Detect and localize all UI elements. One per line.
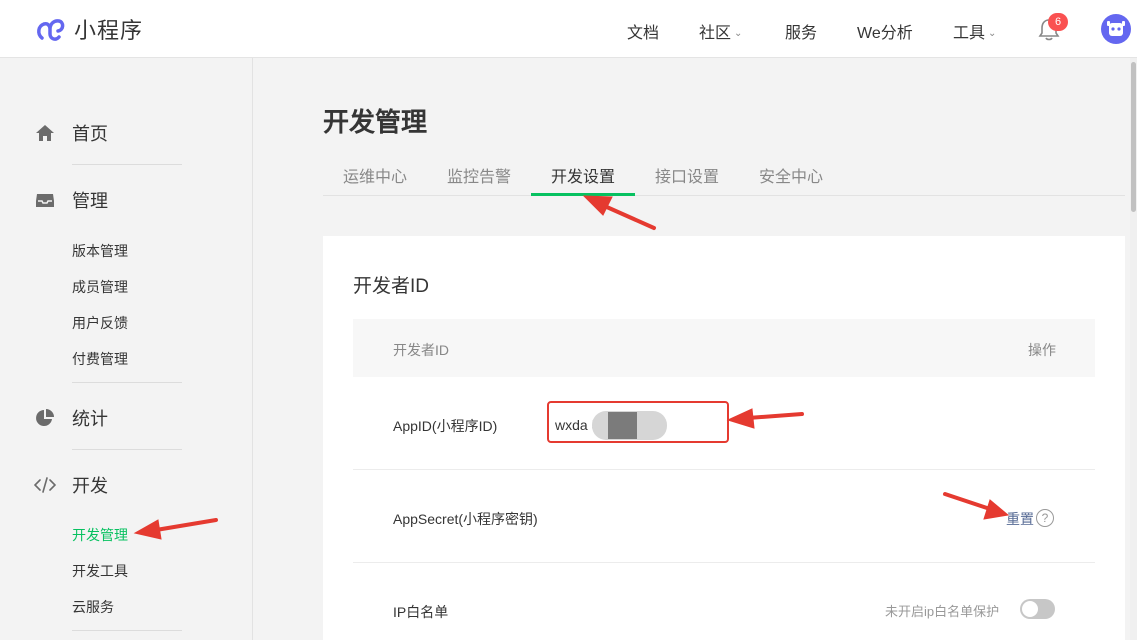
ip-whitelist-toggle[interactable] <box>1020 599 1055 619</box>
pie-chart-icon <box>34 407 56 429</box>
sidebar: 首页 管理 版本管理 成员管理 用户反馈 付费管理 统计 开发 开发管理 开发工… <box>0 58 253 640</box>
section-title: 开发者ID <box>353 276 430 297</box>
divider <box>72 630 182 631</box>
tab-security-center[interactable]: 安全中心 <box>759 163 823 187</box>
sidebar-item-dev[interactable]: 开发 <box>34 472 108 498</box>
divider <box>72 382 182 383</box>
avatar-robot-icon <box>1107 21 1125 36</box>
redaction-block <box>608 412 637 439</box>
sidebar-item-cloud-service[interactable]: 云服务 <box>72 597 114 617</box>
sidebar-item-user-feedback[interactable]: 用户反馈 <box>72 313 128 333</box>
ip-whitelist-label: IP白名单 <box>393 604 449 620</box>
toggle-knob <box>1022 601 1038 617</box>
logo-text: 小程序 <box>74 18 144 43</box>
divider <box>72 449 182 450</box>
annotation-arrowhead <box>582 195 613 216</box>
reset-secret-link[interactable]: 重置 <box>1006 509 1034 529</box>
divider <box>72 164 182 165</box>
sidebar-item-label: 管理 <box>72 191 108 211</box>
sidebar-item-label: 开发 <box>72 476 108 496</box>
avatar[interactable] <box>1101 14 1131 44</box>
sidebar-item-dev-tools[interactable]: 开发工具 <box>72 561 128 581</box>
ip-whitelist-hint: 未开启ip白名单保护 <box>885 604 1000 619</box>
tab-monitoring-alerts[interactable]: 监控告警 <box>447 163 511 187</box>
scrollbar-thumb[interactable] <box>1131 62 1136 212</box>
sidebar-item-member-management[interactable]: 成员管理 <box>72 277 128 297</box>
active-tab-indicator <box>531 193 635 196</box>
page-title: 开发管理 <box>323 107 428 137</box>
inbox-icon <box>34 189 56 211</box>
nav-we-analytics-label: We分析 <box>857 25 913 42</box>
nav-docs-label: 文档 <box>627 25 660 42</box>
nav-tools-label: 工具 <box>953 25 986 42</box>
nav-community[interactable]: 社区 ⌄ <box>699 19 742 43</box>
sidebar-item-payment-management[interactable]: 付费管理 <box>72 349 128 369</box>
nav-services[interactable]: 服务 <box>785 19 817 43</box>
annotation-arrow <box>598 202 656 230</box>
nav-tools[interactable]: 工具 ⌄ <box>953 19 996 43</box>
chevron-down-icon: ⌄ <box>988 28 997 39</box>
nav-community-label: 社区 <box>699 25 732 42</box>
appid-label: AppID(小程序ID) <box>393 418 498 434</box>
sidebar-item-manage[interactable]: 管理 <box>34 187 108 213</box>
developer-id-card: 开发者ID 开发者ID 操作 AppID(小程序ID) wxda 5d7ac A… <box>323 236 1125 640</box>
tab-dev-settings[interactable]: 开发设置 <box>551 163 615 187</box>
sidebar-item-dev-management[interactable]: 开发管理 <box>72 525 128 545</box>
nav-we-analytics[interactable]: We分析 <box>857 19 913 43</box>
table-row-appsecret: AppSecret(小程序密钥) <box>353 470 1095 563</box>
tab-operations-center[interactable]: 运维中心 <box>343 163 407 187</box>
appsecret-label: AppSecret(小程序密钥) <box>393 511 538 527</box>
home-icon <box>34 122 56 144</box>
sidebar-item-home[interactable]: 首页 <box>34 120 108 146</box>
nav-docs[interactable]: 文档 <box>627 19 659 43</box>
table-header-label: 开发者ID <box>393 342 449 358</box>
sidebar-item-label: 统计 <box>72 409 108 429</box>
table-header-action: 操作 <box>1028 342 1056 358</box>
code-icon <box>34 474 56 496</box>
sidebar-item-label: 首页 <box>72 124 108 144</box>
sidebar-item-stats[interactable]: 统计 <box>34 405 108 431</box>
notification-badge: 6 <box>1048 13 1068 31</box>
mini-program-logo-icon <box>37 19 65 41</box>
logo[interactable]: 小程序 <box>34 12 143 46</box>
table-header: 开发者ID 操作 <box>353 319 1095 377</box>
tab-api-settings[interactable]: 接口设置 <box>655 163 719 187</box>
sidebar-item-version-management[interactable]: 版本管理 <box>72 241 128 261</box>
tab-bar: 运维中心 监控告警 开发设置 接口设置 安全中心 <box>323 150 1125 196</box>
top-bar: 小程序 文档 社区 ⌄ 服务 We分析 工具 ⌄ 6 <box>0 0 1137 58</box>
nav-services-label: 服务 <box>785 25 818 42</box>
chevron-down-icon: ⌄ <box>734 28 743 39</box>
help-icon[interactable]: ? <box>1036 509 1054 527</box>
